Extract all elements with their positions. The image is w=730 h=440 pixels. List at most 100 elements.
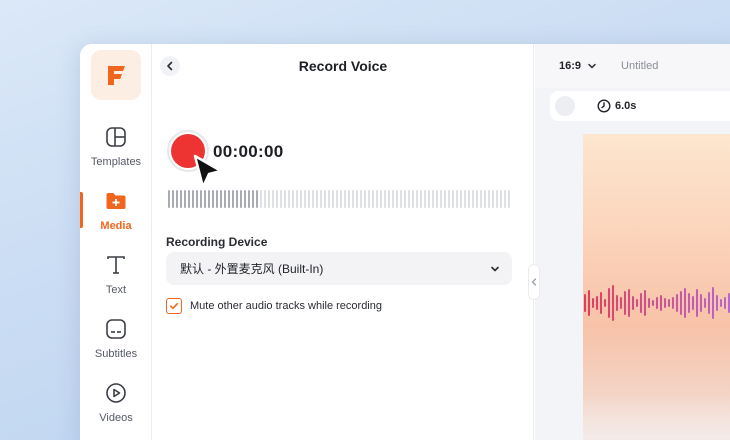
level-meter-bar	[200, 190, 202, 208]
chevron-down-icon	[491, 266, 499, 271]
level-meter-bar	[320, 190, 322, 208]
level-meter-bar	[488, 190, 490, 208]
video-canvas[interactable]	[583, 134, 730, 440]
level-meter-bar	[376, 190, 378, 208]
recording-device-select[interactable]: 默认 - 外置麦克风 (Built-In)	[166, 252, 512, 285]
level-meter-bar	[300, 190, 302, 208]
level-meter-bar	[436, 190, 438, 208]
waveform-bar	[612, 285, 614, 321]
waveform-bar	[684, 288, 686, 318]
sidebar-item-text[interactable]: Text	[80, 252, 152, 308]
level-meter-bar	[444, 190, 446, 208]
toolbar-circle-button[interactable]	[555, 96, 575, 116]
mute-option: Mute other audio tracks while recording	[166, 298, 382, 314]
waveform-bar	[712, 287, 714, 319]
level-meter-bar	[356, 190, 358, 208]
mouse-pointer-icon	[193, 154, 223, 189]
level-meter-bar	[404, 190, 406, 208]
level-meter-bar	[500, 190, 502, 208]
app-logo[interactable]	[91, 50, 141, 100]
level-meter-bar	[448, 190, 450, 208]
waveform-bar	[716, 295, 718, 311]
level-meter-bar	[348, 190, 350, 208]
videos-icon	[103, 380, 129, 406]
level-meter-bar	[228, 190, 230, 208]
waveform-bar	[704, 298, 706, 308]
waveform-bar	[676, 294, 678, 312]
sidebar-item-label: Subtitles	[94, 348, 138, 360]
level-meter-bar	[288, 190, 290, 208]
waveform-bar	[700, 294, 702, 312]
level-meter-bar	[240, 190, 242, 208]
waveform-bar	[596, 296, 598, 310]
level-meter-bar	[236, 190, 238, 208]
collapse-panel-handle[interactable]	[528, 264, 540, 300]
level-meter-bar	[196, 190, 198, 208]
waveform-bar	[616, 295, 618, 311]
level-meter-bar	[352, 190, 354, 208]
level-meter-bar	[220, 190, 222, 208]
aspect-ratio-value: 16:9	[559, 60, 582, 72]
aspect-ratio-select[interactable]: 16:9	[559, 60, 597, 72]
waveform-bar	[688, 293, 690, 313]
editor-topbar: 16:9 Untitled	[535, 44, 730, 88]
level-meter-bar	[256, 190, 258, 208]
waveform-bar	[588, 290, 590, 316]
level-meter-bar	[364, 190, 366, 208]
level-meter-bar	[276, 190, 278, 208]
waveform-bar	[632, 296, 634, 310]
level-meter-bar	[496, 190, 498, 208]
level-meter-bar	[180, 190, 182, 208]
level-meter-bar	[172, 190, 174, 208]
waveform-bar	[656, 297, 658, 309]
level-meter-bar	[508, 190, 510, 208]
level-meter-bar	[304, 190, 306, 208]
waveform-bar	[672, 297, 674, 309]
mute-checkbox[interactable]	[166, 298, 182, 314]
level-meter-bar	[384, 190, 386, 208]
sidebar-item-subtitles[interactable]: Subtitles	[80, 316, 152, 372]
level-meter-bar	[492, 190, 494, 208]
waveform-bar	[644, 290, 646, 316]
checkmark-icon	[170, 303, 178, 310]
waveform-bar	[668, 299, 670, 307]
waveform-bar	[592, 298, 594, 308]
level-meter-bar	[464, 190, 466, 208]
sidebar-item-templates[interactable]: Templates	[80, 124, 152, 180]
level-meter-bar	[392, 190, 394, 208]
level-meter-bar	[280, 190, 282, 208]
app-window: Templates Media Text Subtitles Videos Re…	[80, 44, 730, 440]
logo-f-icon	[108, 66, 125, 85]
level-meter-bar	[316, 190, 318, 208]
level-meter-bar	[260, 190, 262, 208]
level-meter-bar	[188, 190, 190, 208]
level-meter-bar	[456, 190, 458, 208]
waveform-bar	[652, 300, 654, 306]
level-meter-bar	[432, 190, 434, 208]
project-name[interactable]: Untitled	[621, 60, 658, 72]
level-meter-bar	[168, 190, 170, 208]
player-toolbar: 6.0s	[550, 91, 730, 121]
sidebar-item-videos[interactable]: Videos	[80, 380, 152, 436]
record-voice-panel: Record Voice 00:00:00 Recording Device 默…	[152, 44, 534, 440]
level-meter-bar	[336, 190, 338, 208]
waveform-bar	[708, 292, 710, 314]
waveform-bar	[620, 297, 622, 309]
level-meter-bar	[252, 190, 254, 208]
level-meter-bar	[460, 190, 462, 208]
level-meter-bar	[232, 190, 234, 208]
level-meter-bar	[368, 190, 370, 208]
sidebar: Templates Media Text Subtitles Videos	[80, 44, 152, 440]
waveform-bar	[660, 295, 662, 311]
sidebar-item-media[interactable]: Media	[80, 188, 152, 244]
media-folder-icon	[103, 188, 129, 214]
level-meter-bar	[224, 190, 226, 208]
chevron-left-icon	[531, 278, 537, 286]
level-meter-bar	[308, 190, 310, 208]
level-meter-bar	[264, 190, 266, 208]
mute-checkbox-label: Mute other audio tracks while recording	[190, 300, 382, 312]
level-meter-bar	[212, 190, 214, 208]
sidebar-item-label: Media	[100, 220, 132, 232]
level-meter-bar	[344, 190, 346, 208]
waveform-bar	[628, 289, 630, 317]
